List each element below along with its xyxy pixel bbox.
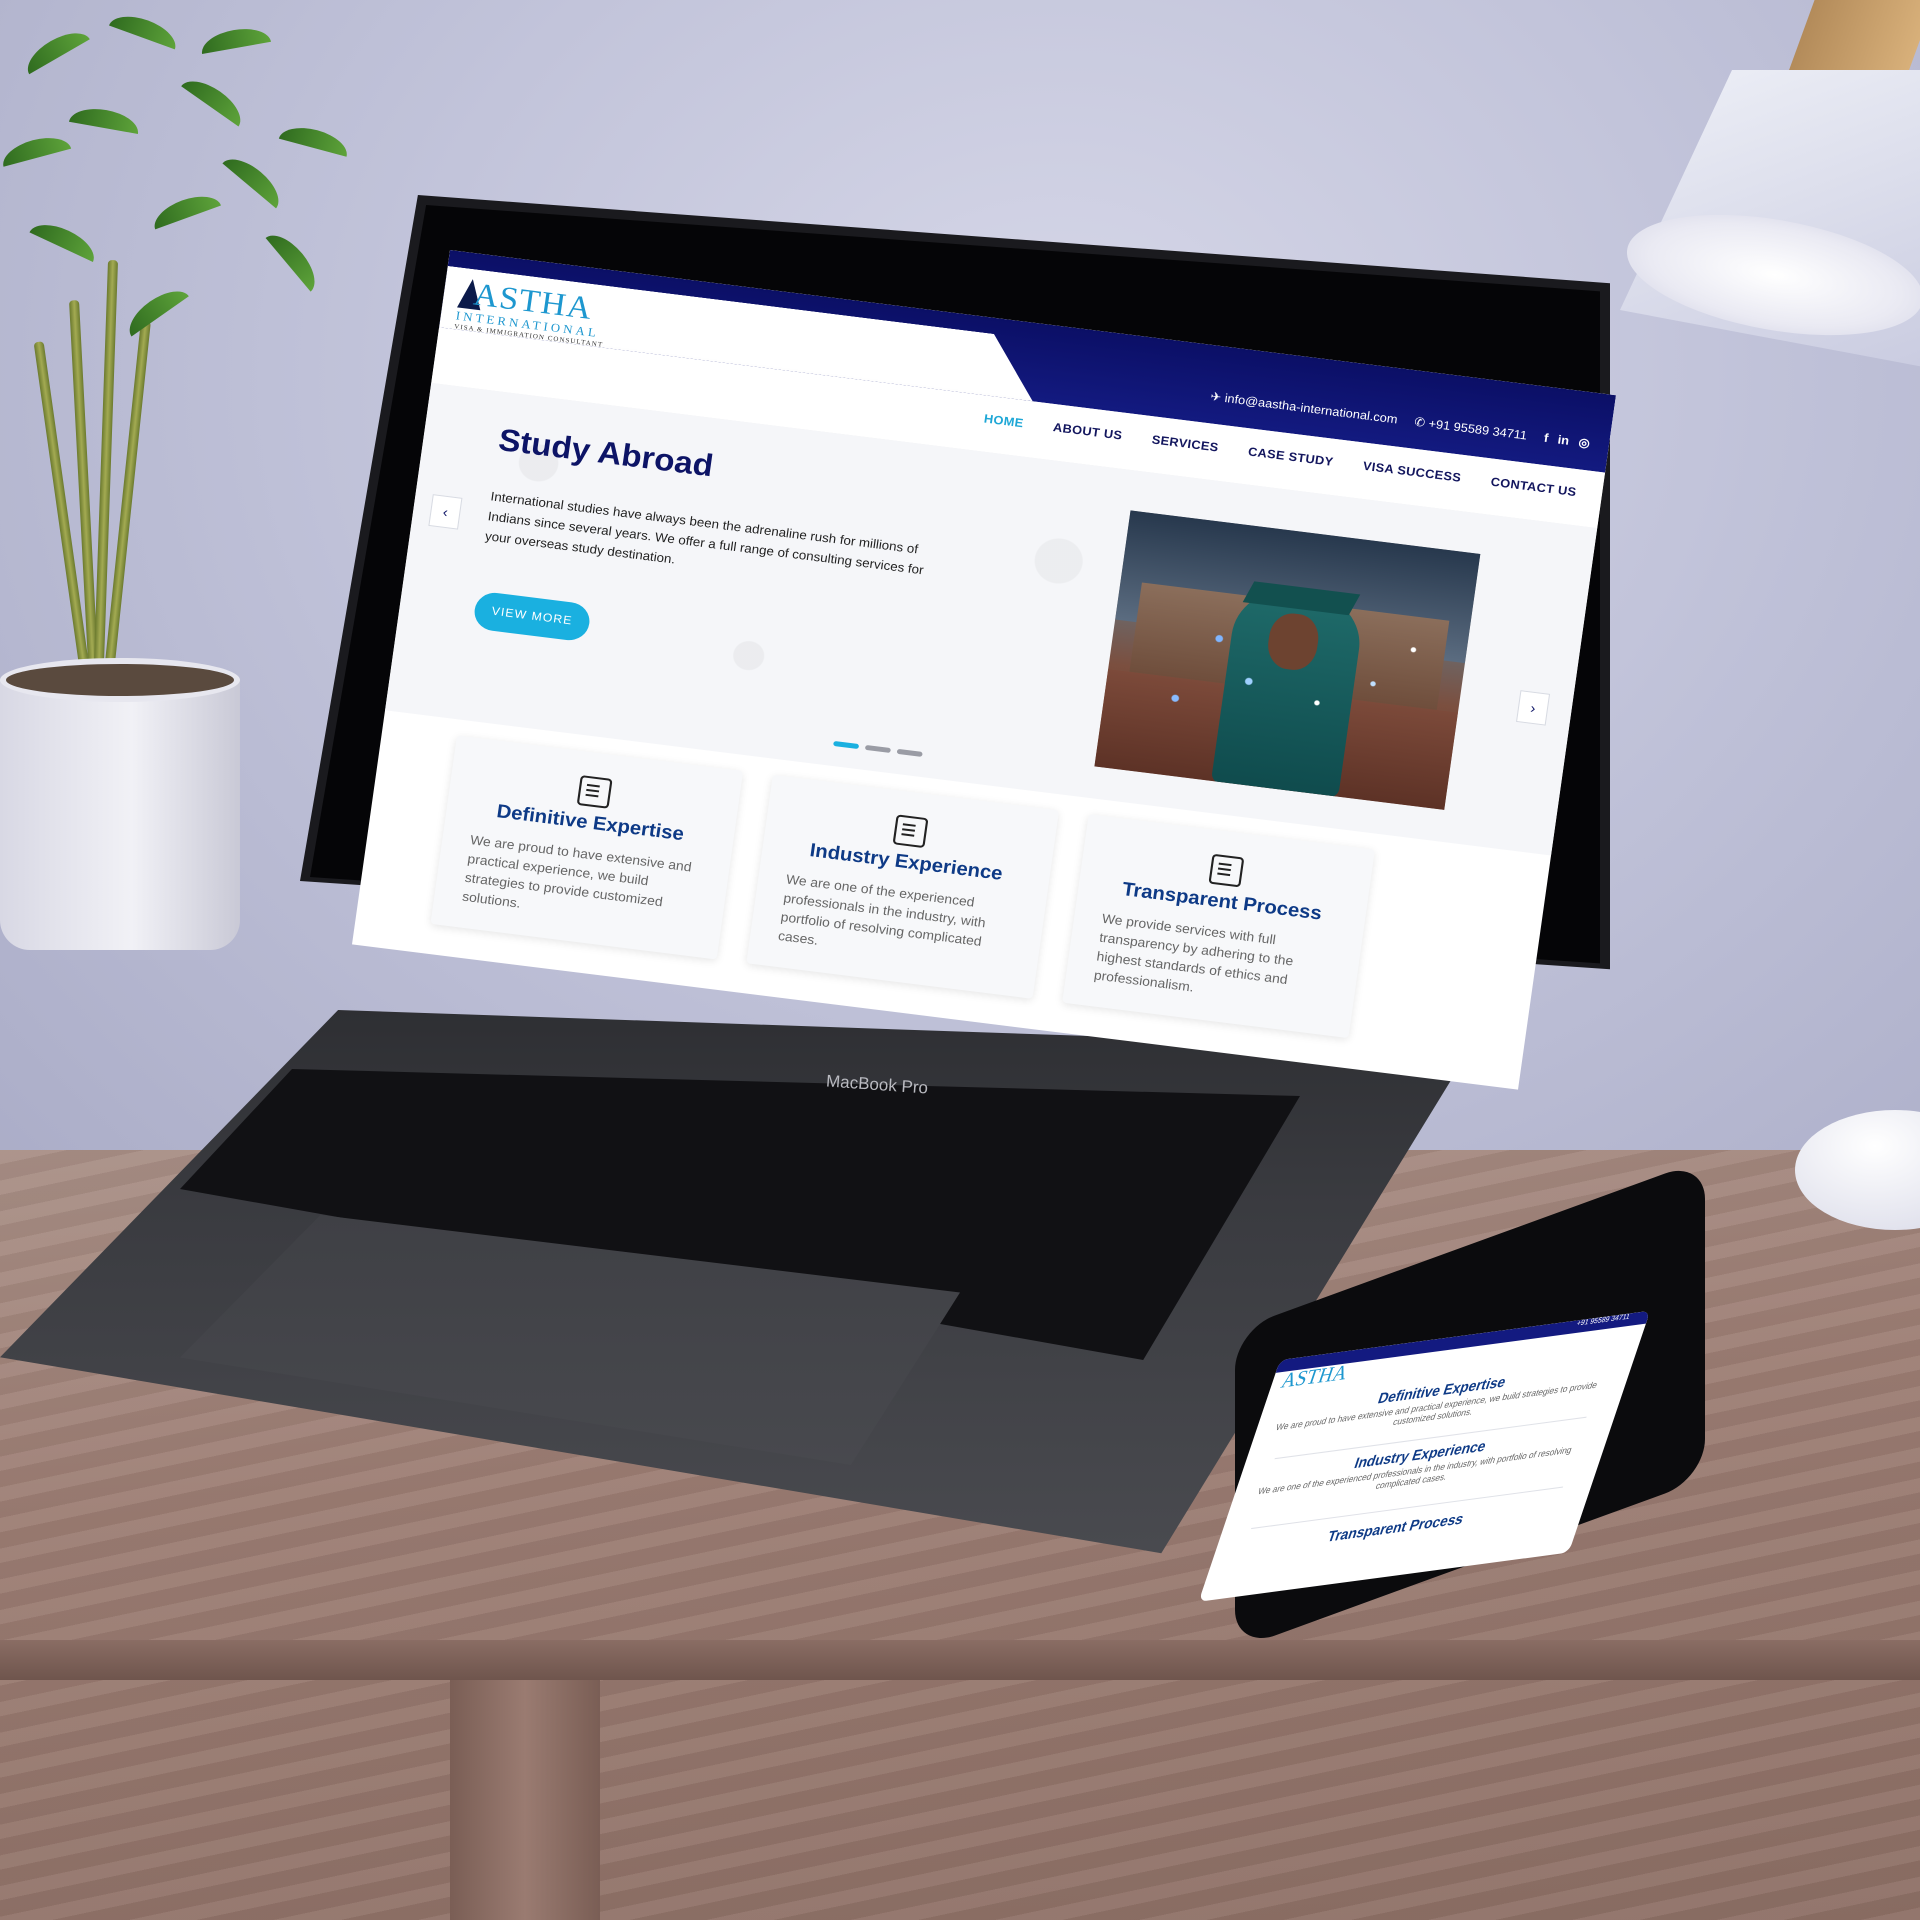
slider-prev-button[interactable]: ‹	[428, 494, 463, 530]
phone-card-title: Transparent Process	[1325, 1509, 1467, 1545]
feature-text: We provide services with full transparen…	[1093, 910, 1295, 995]
phone-card-transparent: Transparent Process	[1232, 1497, 1559, 1557]
chat-icon	[1208, 853, 1245, 888]
social-links: f in ◎	[1543, 431, 1591, 451]
nav-case-study[interactable]: CASE STUDY	[1247, 444, 1334, 468]
slider-next-button[interactable]: ›	[1515, 690, 1551, 726]
phone-link[interactable]: ✆ +91 95589 34711	[1413, 415, 1528, 443]
certificate-icon	[892, 814, 929, 849]
feature-card-transparent: Transparent Process We provide services …	[1062, 814, 1375, 1039]
facebook-icon[interactable]: f	[1543, 431, 1549, 445]
desk-edge	[0, 1640, 1920, 1680]
website-page: ✈ info@aastha-international.com ✆ +91 95…	[352, 250, 1616, 1090]
linkedin-icon[interactable]: in	[1557, 432, 1570, 447]
feature-card-expertise: Definitive Expertise We are proud to hav…	[430, 735, 744, 960]
feature-text: We are one of the experienced profession…	[777, 871, 987, 949]
feature-text: We are proud to have extensive and pract…	[461, 832, 693, 911]
instagram-icon[interactable]: ◎	[1578, 435, 1591, 450]
feature-card-experience: Industry Experience We are one of the ex…	[746, 774, 1060, 999]
email-link[interactable]: ✈ info@aastha-international.com	[1210, 389, 1399, 426]
graduate-photo	[1094, 510, 1481, 810]
laptop-screen: ✈ info@aastha-international.com ✆ +91 95…	[350, 250, 1616, 1150]
nav-visa-success[interactable]: VISA SUCCESS	[1362, 459, 1462, 485]
desk-leg	[450, 1680, 600, 1920]
presentation-icon	[576, 775, 613, 809]
nav-home[interactable]: HOME	[983, 412, 1024, 431]
nav-about-us[interactable]: ABOUT US	[1052, 420, 1123, 442]
nav-services[interactable]: SERVICES	[1151, 432, 1220, 454]
nav-contact-us[interactable]: CONTACT US	[1490, 475, 1578, 500]
